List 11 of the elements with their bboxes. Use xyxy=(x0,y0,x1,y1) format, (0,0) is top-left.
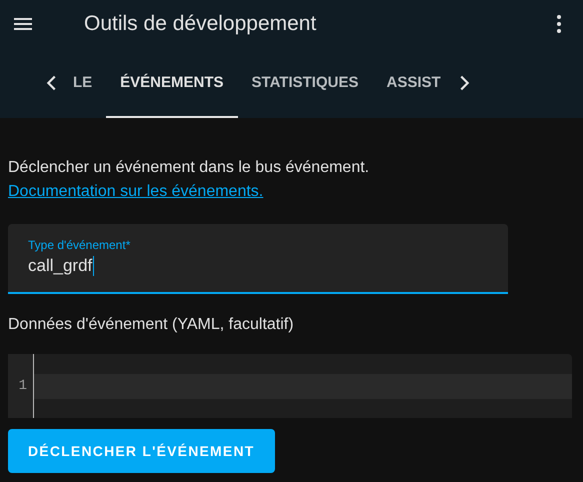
event-type-field[interactable]: Type d'événement* call_grdf xyxy=(8,224,508,294)
tab[interactable]: ASSIST xyxy=(372,48,453,118)
tab[interactable]: LE xyxy=(63,48,106,118)
line-number: 1 xyxy=(18,377,28,396)
tab[interactable]: ÉVÉNEMENTS xyxy=(106,48,238,118)
documentation-link[interactable]: Documentation sur les événements. xyxy=(8,183,264,200)
page-title: Outils de développement xyxy=(84,12,318,36)
description-text: Déclencher un événement dans le bus événement. Documentation sur les événements. xyxy=(8,158,370,202)
event-data-label: Données d'événement (YAML, facultatif) xyxy=(8,316,295,334)
tab[interactable]: STATISTIQUES xyxy=(238,48,372,118)
code-editor[interactable]: 1 xyxy=(8,354,572,418)
